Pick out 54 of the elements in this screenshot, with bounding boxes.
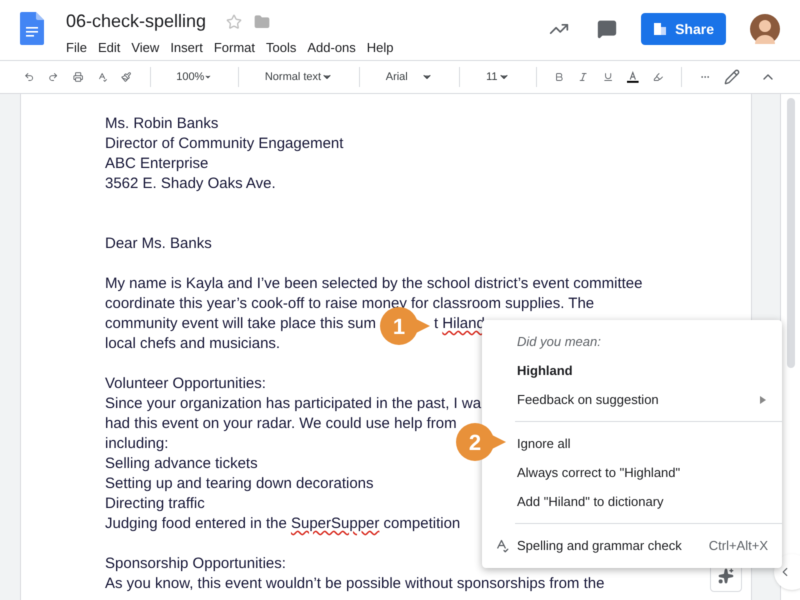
text-line: ABC Enterprise [105, 155, 208, 172]
text-line: Selling advance tickets [105, 455, 258, 472]
text-line: Setting up and tearing down decorations [105, 475, 374, 492]
menu-item[interactable]: Help [366, 38, 394, 58]
text-line: Directing traffic [105, 495, 205, 512]
document-logo-icon[interactable] [20, 12, 44, 45]
star-icon[interactable] [226, 14, 242, 30]
comments-icon[interactable] [597, 19, 618, 39]
text-color-icon[interactable] [627, 68, 639, 86]
spellcheck-icon [494, 538, 509, 553]
menu-item[interactable]: Tools [266, 38, 296, 58]
menu-heading: Did you mean: [516, 333, 602, 351]
menu-item[interactable]: Insert [170, 38, 203, 58]
menu-item[interactable]: Add-ons [307, 38, 356, 58]
text-line: Since your organization has participated in the past, I wa [105, 395, 482, 412]
shortcut-label: Ctrl+Alt+X [708, 536, 768, 555]
font-dropdown[interactable]: Arial [378, 68, 442, 86]
text-line: My name is Kayla and I’ve been selected by the school district’s event committee [105, 275, 642, 292]
text-line: As you know, this event wouldn’t be possible without sponsorships from the [105, 575, 604, 592]
spell-check-item[interactable]: Spelling and grammar check Ctrl+Alt+X [482, 531, 782, 560]
share-button[interactable]: Share [641, 13, 726, 45]
text-line: Director of Community Engagement [105, 135, 344, 152]
text-line: competition [382, 515, 460, 532]
document-title[interactable]: 06-check-spelling [66, 8, 206, 35]
misspelled-word: SuperSupper [290, 515, 380, 532]
menu-item[interactable]: Edit [98, 38, 120, 58]
scrollbar-thumb[interactable] [786, 98, 794, 368]
suggestion-item[interactable]: Highland [482, 356, 782, 385]
text-line: community event will take place this sum [105, 315, 376, 332]
building-icon [653, 22, 668, 36]
text-line: 3562 E. Shady Oaks Ave. [105, 175, 276, 192]
menu-item[interactable]: Add "Hiland" to dictionary [517, 487, 664, 516]
text-line: including: [105, 435, 168, 452]
menu-item[interactable]: Always correct to "Highland" [517, 458, 680, 487]
feedback-item[interactable]: Feedback on suggestion [482, 385, 782, 414]
menu-item[interactable]: Format [214, 38, 255, 58]
text-line: had this event on your radar. We could use help from [105, 415, 457, 432]
menu-item[interactable]: View [131, 38, 160, 58]
text-line: Dear Ms. Banks [105, 235, 212, 252]
editing-mode-icon[interactable] [724, 69, 740, 85]
text-line: Sponsorship Opportunities: [105, 555, 286, 572]
text-line: t [434, 315, 440, 332]
menu-item[interactable]: File [66, 38, 87, 58]
text-line: Ms. Robin Banks [105, 115, 218, 132]
style-dropdown[interactable]: Normal text [256, 68, 342, 86]
zoom-dropdown[interactable]: 100% [168, 68, 220, 86]
text-line: Judging food entered in the [105, 515, 288, 532]
sparkle-icon [718, 568, 734, 584]
size-dropdown[interactable]: 11 [478, 68, 518, 86]
text-line: Volunteer Opportunities: [105, 375, 266, 392]
submenu-arrow-icon [760, 396, 766, 404]
menu-item[interactable]: Ignore all [517, 429, 570, 458]
avatar[interactable] [750, 14, 780, 44]
text-line: local chefs and musicians. [105, 335, 280, 352]
